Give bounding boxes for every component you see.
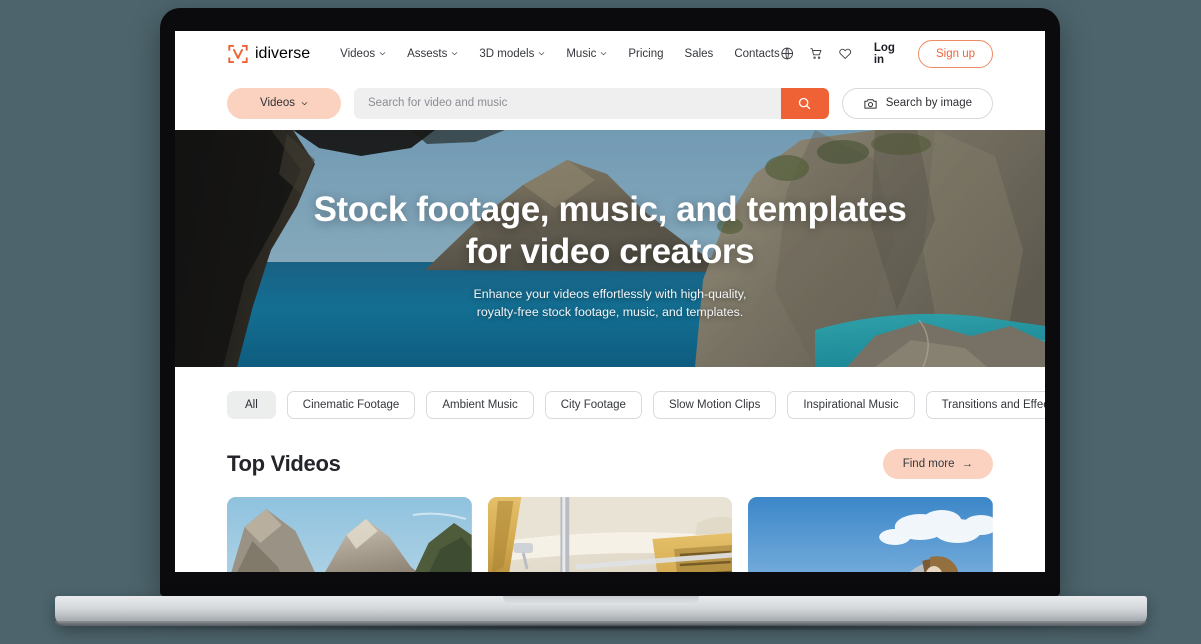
chip-ambient-music[interactable]: Ambient Music — [426, 391, 534, 419]
nav-item-music[interactable]: Music — [566, 48, 607, 60]
nav-item-label: Videos — [340, 47, 376, 60]
section-header: Top Videos Find more → — [227, 449, 993, 479]
chevron-down-icon — [379, 52, 386, 56]
video-grid — [227, 497, 993, 572]
content-area: All Cinematic Footage Ambient Music City… — [175, 367, 1045, 572]
search-field-wrap — [354, 87, 829, 119]
laptop-shadow — [75, 624, 1127, 631]
laptop-base — [55, 596, 1147, 626]
hero-title: Stock footage, music, and templates for … — [313, 190, 907, 271]
thumbnail-alpine-lake — [227, 497, 472, 572]
chevron-down-icon — [301, 101, 308, 105]
hero-subtitle-line2: royalty-free stock footage, music, and t… — [476, 305, 744, 320]
video-card[interactable] — [748, 497, 993, 572]
laptop-mockup: idiverse Videos Assests 3D models Music … — [0, 0, 1201, 644]
nav-item-assests[interactable]: Assests — [407, 48, 458, 60]
search-category-label: Videos — [260, 97, 295, 109]
main-nav: Videos Assests 3D models Music Pricing S… — [340, 48, 780, 60]
login-link[interactable]: Log in — [874, 42, 903, 66]
chevron-down-icon — [601, 52, 607, 56]
chip-transitions-and-effects[interactable]: Transitions and Effects — [925, 391, 1045, 419]
search-input[interactable] — [354, 87, 781, 119]
nav-item-contacts[interactable]: Contacts — [734, 48, 779, 60]
laptop-base-notch — [503, 596, 699, 605]
hero-subtitle-line1: Enhance your videos effortlessly with hi… — [473, 286, 747, 301]
hero-content: Stock footage, music, and templates for … — [175, 130, 1045, 367]
chip-inspirational-music[interactable]: Inspirational Music — [787, 391, 915, 419]
chip-slow-motion-clips[interactable]: Slow Motion Clips — [652, 391, 777, 419]
hero-subtitle: Enhance your videos effortlessly with hi… — [474, 285, 747, 322]
thumbnail-person-blue-sky — [748, 497, 993, 572]
nav-item-label: Pricing — [628, 47, 664, 60]
navigation-row: idiverse Videos Assests 3D models Music … — [175, 31, 1045, 76]
search-submit-button[interactable] — [780, 87, 829, 119]
search-row: Videos Search by im — [175, 76, 1045, 130]
chip-all[interactable]: All — [227, 391, 276, 419]
chevron-down-icon — [452, 52, 458, 56]
chip-city-footage[interactable]: City Footage — [544, 391, 642, 419]
nav-item-videos[interactable]: Videos — [340, 48, 386, 60]
chevron-down-icon — [539, 52, 545, 56]
header-actions: Log in Sign up — [780, 39, 994, 68]
signup-button[interactable]: Sign up — [918, 39, 994, 68]
brand-logo[interactable]: idiverse — [227, 43, 310, 65]
globe-icon[interactable] — [780, 45, 794, 62]
nav-item-label: 3D models — [479, 47, 535, 60]
nav-item-pricing[interactable]: Pricing — [628, 48, 663, 60]
video-card[interactable] — [487, 497, 733, 572]
thumbnail-vintage-car-interior — [487, 497, 733, 572]
find-more-label: Find more — [902, 458, 955, 470]
nav-item-label: Assests — [407, 47, 448, 60]
find-more-button[interactable]: Find more → — [882, 449, 993, 479]
heart-icon[interactable] — [838, 45, 852, 62]
hero-banner: Stock footage, music, and templates for … — [175, 130, 1045, 367]
nav-item-label: Sales — [684, 47, 714, 60]
site-header: idiverse Videos Assests 3D models Music … — [175, 31, 1045, 130]
category-filter-chips: All Cinematic Footage Ambient Music City… — [227, 367, 1045, 419]
search-category-select[interactable]: Videos — [227, 87, 341, 119]
video-card[interactable] — [227, 497, 472, 572]
nav-item-label: Music — [566, 47, 597, 60]
brand-name: idiverse — [255, 44, 311, 62]
nav-item-label: Contacts — [734, 47, 780, 60]
camera-icon — [864, 98, 877, 109]
magnifier-icon — [799, 97, 811, 109]
nav-item-sales[interactable]: Sales — [685, 48, 714, 60]
nav-item-3d-models[interactable]: 3D models — [479, 48, 545, 60]
browser-viewport: idiverse Videos Assests 3D models Music … — [175, 31, 1045, 572]
arrow-right-icon: → — [961, 458, 974, 470]
search-by-image-label: Search by image — [885, 97, 972, 109]
chip-cinematic-footage[interactable]: Cinematic Footage — [286, 391, 416, 419]
page-title: Top Videos — [227, 451, 341, 476]
shopping-cart-icon[interactable] — [809, 45, 823, 62]
bracketed-v-logo-icon — [227, 43, 249, 65]
search-by-image-button[interactable]: Search by image — [841, 87, 993, 119]
